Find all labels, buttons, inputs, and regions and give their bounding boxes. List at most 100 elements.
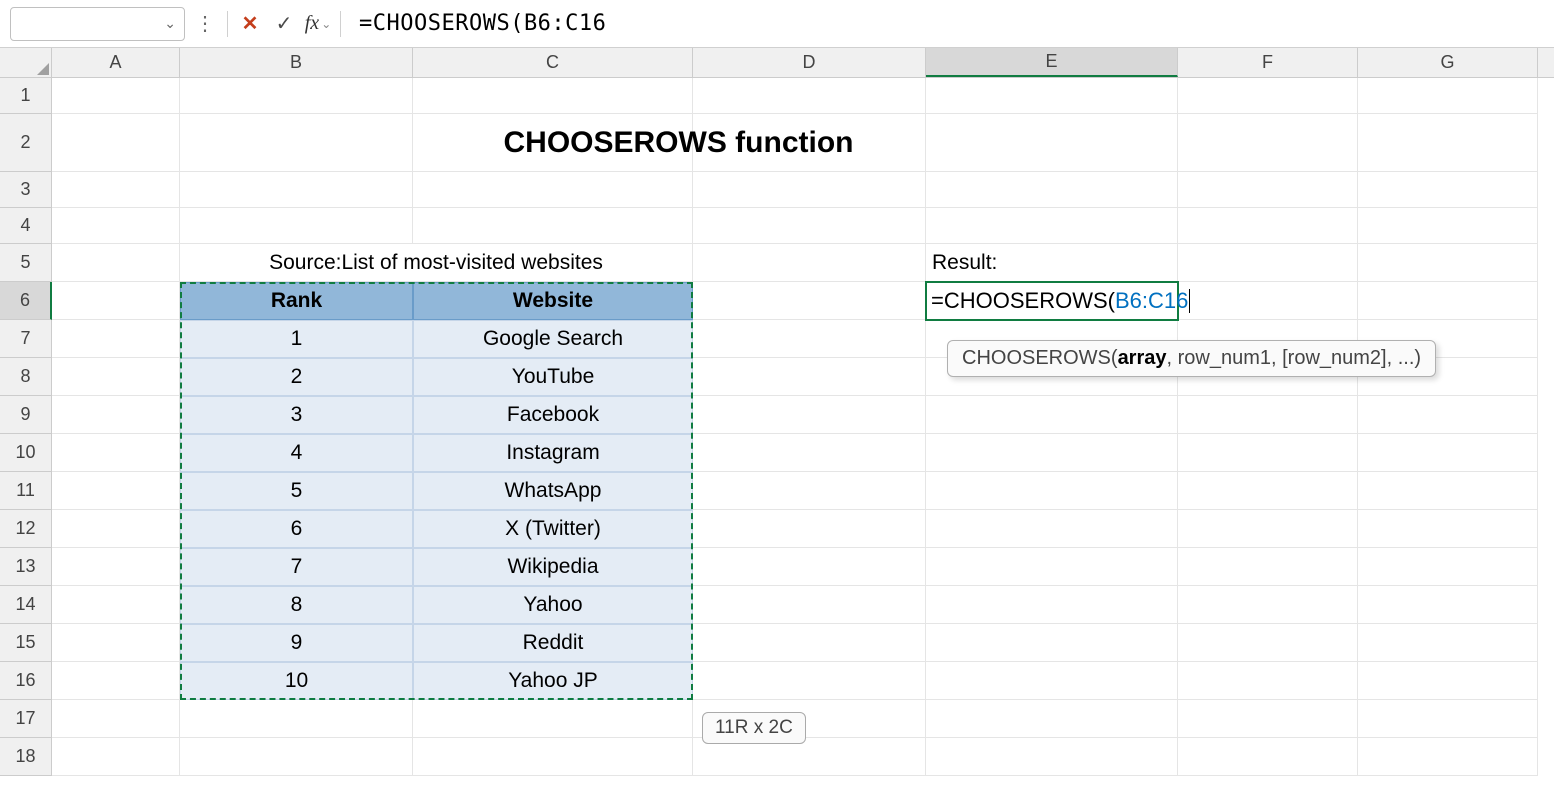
chevron-down-icon[interactable]: ⌄ [164,15,176,32]
cell[interactable] [926,282,1178,320]
table-cell-website[interactable]: Instagram [413,434,693,472]
cell[interactable] [693,244,926,282]
row-header[interactable]: 7 [0,320,52,358]
cell[interactable] [180,114,413,172]
cell[interactable] [1178,282,1358,320]
cell[interactable] [1178,78,1358,114]
row-header[interactable]: 10 [0,434,52,472]
cell[interactable] [693,114,926,172]
cell[interactable] [693,282,926,320]
cell[interactable] [693,172,926,208]
table-cell-rank[interactable]: 10 [180,662,413,700]
cell[interactable] [413,172,693,208]
formula-input[interactable] [349,7,1544,41]
cell[interactable] [1358,472,1538,510]
column-header-F[interactable]: F [1178,48,1358,77]
cell[interactable] [1178,172,1358,208]
cell[interactable] [1178,396,1358,434]
table-header-rank[interactable]: Rank [180,282,413,320]
cell[interactable] [180,172,413,208]
cell[interactable] [1358,586,1538,624]
cell[interactable] [52,320,180,358]
cell[interactable] [52,282,180,320]
cell[interactable] [1178,510,1358,548]
cell[interactable] [413,738,693,776]
cell[interactable] [52,114,180,172]
cell[interactable] [693,358,926,396]
row-header[interactable]: 11 [0,472,52,510]
row-header[interactable]: 2 [0,114,52,172]
cell[interactable] [693,396,926,434]
cell[interactable] [52,472,180,510]
cell[interactable] [52,700,180,738]
cell[interactable] [52,358,180,396]
cell[interactable] [926,624,1178,662]
cell[interactable] [693,434,926,472]
cell[interactable] [926,472,1178,510]
row-header[interactable]: 6 [0,282,52,320]
cell[interactable] [693,624,926,662]
cancel-button[interactable]: ✕ [236,10,264,38]
cell[interactable] [1178,434,1358,472]
cell[interactable] [926,510,1178,548]
cell[interactable] [1358,172,1538,208]
cell[interactable] [180,78,413,114]
cell[interactable] [1178,586,1358,624]
column-header-D[interactable]: D [693,48,926,77]
cell[interactable] [1178,662,1358,700]
cell[interactable] [413,114,693,172]
cell[interactable] [52,434,180,472]
row-header[interactable]: 8 [0,358,52,396]
row-header[interactable]: 13 [0,548,52,586]
cell[interactable] [926,172,1178,208]
cell[interactable] [1178,700,1358,738]
table-cell-rank[interactable]: 4 [180,434,413,472]
cell[interactable] [926,548,1178,586]
cell[interactable] [1178,244,1358,282]
table-cell-website[interactable]: YouTube [413,358,693,396]
table-cell-rank[interactable]: 3 [180,396,413,434]
table-cell-website[interactable]: Reddit [413,624,693,662]
cell[interactable] [52,208,180,244]
cell[interactable] [52,172,180,208]
row-header[interactable]: 9 [0,396,52,434]
row-header[interactable]: 16 [0,662,52,700]
cell[interactable] [693,78,926,114]
table-header-website[interactable]: Website [413,282,693,320]
table-cell-website[interactable]: X (Twitter) [413,510,693,548]
enter-button[interactable]: ✓ [270,10,298,38]
table-cell-rank[interactable]: 2 [180,358,413,396]
cell[interactable] [1358,700,1538,738]
cell[interactable] [1358,662,1538,700]
row-header[interactable]: 17 [0,700,52,738]
table-cell-website[interactable]: WhatsApp [413,472,693,510]
cell[interactable] [1178,624,1358,662]
table-cell-rank[interactable]: 8 [180,586,413,624]
row-header[interactable]: 4 [0,208,52,244]
row-header[interactable]: 15 [0,624,52,662]
cell[interactable] [926,700,1178,738]
column-header-B[interactable]: B [180,48,413,77]
cell[interactable] [693,586,926,624]
row-header[interactable]: 1 [0,78,52,114]
table-cell-website[interactable]: Yahoo JP [413,662,693,700]
table-cell-website[interactable]: Wikipedia [413,548,693,586]
table-cell-website[interactable]: Yahoo [413,586,693,624]
cell[interactable] [926,738,1178,776]
cells-area[interactable]: CHOOSEROWS function Source:List of most-… [52,78,1538,776]
table-cell-rank[interactable]: 9 [180,624,413,662]
cell[interactable] [52,78,180,114]
insert-function-button[interactable]: fx⌄ [304,10,332,38]
cell[interactable] [1358,510,1538,548]
column-header-G[interactable]: G [1358,48,1538,77]
cell[interactable] [926,78,1178,114]
row-header[interactable]: 18 [0,738,52,776]
cell[interactable] [926,208,1178,244]
table-cell-website[interactable]: Google Search [413,320,693,358]
column-header-E[interactable]: E [926,48,1178,77]
cell[interactable] [693,662,926,700]
cell[interactable] [52,510,180,548]
source-label[interactable]: Source:List of most-visited websites [180,244,693,282]
row-header[interactable]: 14 [0,586,52,624]
cell[interactable] [52,396,180,434]
